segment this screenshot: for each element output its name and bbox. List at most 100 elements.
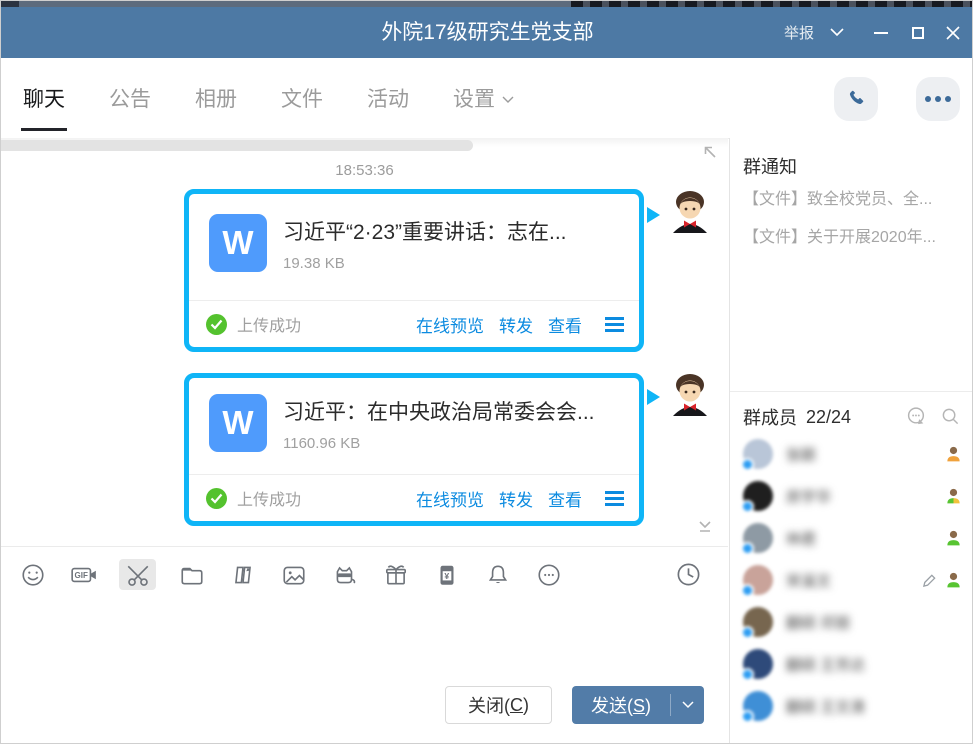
send-label-end: ) xyxy=(645,696,651,716)
group-chat-window: 外院17级研究生党支部 举报 聊天 公告 相册 文件 活动 设置 xyxy=(0,0,973,744)
more-actions-button[interactable] xyxy=(916,77,960,121)
report-button[interactable]: 举报 xyxy=(784,22,814,43)
bubble-tail xyxy=(647,207,660,223)
member-name: 张颖 xyxy=(786,444,816,465)
member-row[interactable]: 林君 xyxy=(743,517,962,559)
member-name: 翻硕 邓丽 xyxy=(786,612,850,633)
file-menu-icon[interactable] xyxy=(605,491,624,506)
close-accesskey: C xyxy=(510,695,523,716)
invite-member-icon[interactable] xyxy=(906,406,927,432)
member-title-badge-icon xyxy=(945,488,962,505)
jump-to-latest-icon[interactable] xyxy=(696,517,714,540)
member-name: 翻硕 王文清 xyxy=(786,696,865,717)
voice-call-button[interactable] xyxy=(834,77,878,121)
file-message-card[interactable]: W 习近平“2·23”重要讲话：志在... 19.38 KB 上传成功 在线预览… xyxy=(184,189,644,352)
tab-announcement[interactable]: 公告 xyxy=(109,58,151,138)
file-menu-icon[interactable] xyxy=(605,317,624,332)
file-title: 习近平“2·23”重要讲话：志在... xyxy=(283,216,567,246)
member-avatar xyxy=(743,565,773,595)
gift-icon[interactable] xyxy=(380,559,411,590)
folder-send-file-icon[interactable] xyxy=(176,559,207,590)
group-notice-item[interactable]: 【文件】关于开展2020年... xyxy=(743,223,967,247)
title-bar: 外院17级研究生党支部 举报 xyxy=(1,7,973,58)
member-avatar xyxy=(743,691,773,721)
send-label-group: 发送(S) xyxy=(572,692,670,718)
tab-activity[interactable]: 活动 xyxy=(367,58,409,138)
maximize-button[interactable] xyxy=(912,27,924,39)
member-row[interactable]: 翻硕 王文清 xyxy=(743,685,962,727)
upload-status: 上传成功 xyxy=(237,486,301,510)
member-row[interactable]: 房宇华 xyxy=(743,475,962,517)
send-button[interactable]: 发送(S) xyxy=(572,686,704,724)
sender-avatar[interactable] xyxy=(667,370,713,416)
file-card-footer: 上传成功 在线预览 转发 查看 xyxy=(189,300,639,347)
online-preview-link[interactable]: 在线预览 xyxy=(416,486,484,511)
tab-settings[interactable]: 设置 xyxy=(453,58,514,138)
tab-chat[interactable]: 聊天 xyxy=(23,58,65,138)
member-avatar xyxy=(743,523,773,553)
member-row[interactable]: 翻硕 邓丽 xyxy=(743,601,962,643)
file-size: 1160.96 KB xyxy=(283,435,595,452)
online-preview-link[interactable]: 在线预览 xyxy=(416,312,484,337)
bubble-tail xyxy=(647,389,660,405)
member-title-badge-icon xyxy=(945,530,962,547)
file-assistant-icon[interactable] xyxy=(227,559,258,590)
member-name: 宋溪文 xyxy=(786,570,831,591)
message-input[interactable] xyxy=(1,602,728,670)
member-avatar xyxy=(743,649,773,679)
group-notice-item[interactable]: 【文件】致全校党员、全... xyxy=(743,185,967,209)
file-message-card[interactable]: W 习近平：在中央政治局常委会会... 1160.96 KB 上传成功 在线预览… xyxy=(184,373,644,526)
member-avatar xyxy=(743,481,773,511)
close-label-end: ) xyxy=(523,695,529,716)
sticker-cat-icon[interactable] xyxy=(329,559,360,590)
member-name: 翻硕 王芳达 xyxy=(786,654,865,675)
sender-avatar[interactable] xyxy=(667,187,713,233)
group-members-header: 群成员 22/24 xyxy=(743,404,851,430)
emoji-icon[interactable] xyxy=(17,559,48,590)
member-name: 林君 xyxy=(786,528,816,549)
tab-album[interactable]: 相册 xyxy=(195,58,237,138)
close-button[interactable] xyxy=(946,26,960,40)
member-title-badge-icon xyxy=(945,446,962,463)
forward-link[interactable]: 转发 xyxy=(499,312,533,337)
view-link[interactable]: 查看 xyxy=(548,486,582,511)
success-check-icon xyxy=(206,314,227,335)
input-toolbar: GIF ¥ xyxy=(1,546,728,602)
group-notice-title: 群通知 xyxy=(743,153,797,179)
forward-link[interactable]: 转发 xyxy=(499,486,533,511)
send-options-dropdown[interactable] xyxy=(671,686,704,724)
chevron-down-icon[interactable] xyxy=(830,28,844,37)
image-icon[interactable] xyxy=(278,559,309,590)
close-chat-button[interactable]: 关闭(C) xyxy=(445,686,552,724)
partially-scrolled-bubble xyxy=(1,140,473,151)
chevron-down-icon xyxy=(502,86,514,110)
member-row[interactable]: 宋溪文 xyxy=(743,559,962,601)
tabs: 聊天 公告 相册 文件 活动 设置 xyxy=(23,58,514,138)
screenshot-scissors-icon[interactable] xyxy=(119,559,156,590)
svg-text:¥: ¥ xyxy=(444,570,449,580)
ellipsis-icon xyxy=(925,96,951,102)
file-summary: W 习近平：在中央政治局常委会会... 1160.96 KB xyxy=(189,378,639,474)
send-label: 发送( xyxy=(591,696,633,716)
phone-icon xyxy=(845,86,867,113)
minimize-button[interactable] xyxy=(874,32,888,34)
gif-hotpic-icon[interactable]: GIF xyxy=(68,559,99,590)
tab-files[interactable]: 文件 xyxy=(281,58,323,138)
view-link[interactable]: 查看 xyxy=(548,312,582,337)
footer-bar: 关闭(C) 发送(S) xyxy=(1,670,728,744)
close-label: 关闭( xyxy=(468,692,510,718)
red-packet-icon[interactable]: ¥ xyxy=(431,559,462,590)
member-row[interactable]: 张颖 xyxy=(743,433,962,475)
member-row[interactable]: 翻硕 王芳达 xyxy=(743,643,962,685)
message-history-clock-icon[interactable] xyxy=(673,559,704,590)
member-title-badge-icon xyxy=(945,572,962,589)
file-card-footer: 上传成功 在线预览 转发 查看 xyxy=(189,474,639,521)
search-member-icon[interactable] xyxy=(941,407,960,431)
message-timestamp: 18:53:36 xyxy=(1,162,728,179)
edit-pencil-icon[interactable] xyxy=(922,573,937,588)
more-tools-icon[interactable] xyxy=(533,559,564,590)
svg-text:GIF: GIF xyxy=(74,571,88,580)
members-count: 22/24 xyxy=(806,407,851,428)
file-size: 19.38 KB xyxy=(283,255,567,272)
bell-icon[interactable] xyxy=(482,559,513,590)
